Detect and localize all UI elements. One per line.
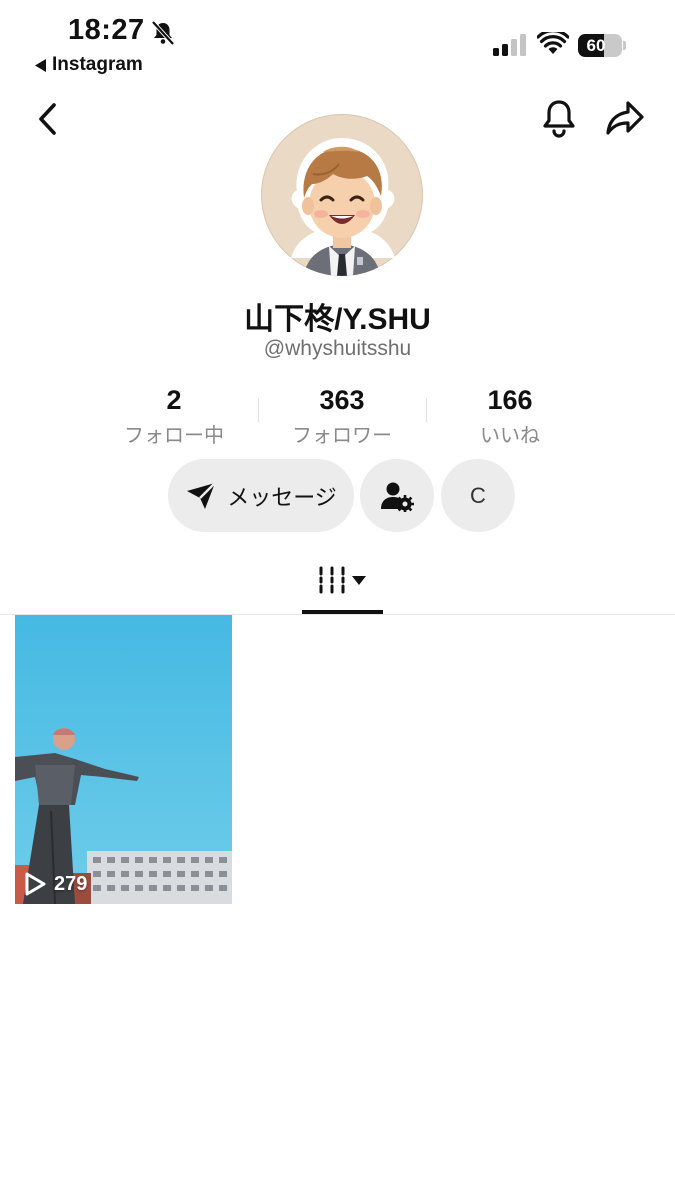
display-name: 山下柊/Y.SHU — [244, 303, 431, 336]
stat-likes[interactable]: 166 いいね — [440, 385, 580, 448]
stat-label: フォロワー — [292, 425, 392, 447]
view-count-label: 279 — [54, 872, 88, 895]
play-icon — [25, 872, 46, 896]
video-thumbnail[interactable] — [15, 615, 232, 904]
friend-settings-button[interactable] — [360, 459, 434, 532]
username-handle: @whyshuitsshu — [263, 337, 412, 360]
stat-value: 363 — [319, 385, 365, 415]
message-button[interactable]: メッセージ — [168, 459, 354, 532]
cellular-signal-icon — [493, 34, 529, 56]
bell-slash-icon — [150, 20, 176, 46]
stat-label: フォロー中 — [124, 425, 224, 447]
caret-down-icon — [352, 575, 366, 585]
user-gear-icon — [381, 482, 414, 512]
chevron-left-icon — [39, 103, 56, 135]
share-arrow-icon — [606, 101, 644, 135]
stat-value: 2 — [166, 385, 182, 415]
back-to-app-link[interactable]: Instagram — [35, 54, 143, 76]
notification-bell-button[interactable] — [540, 98, 578, 138]
video-view-count: 279 — [24, 872, 87, 896]
more-button-label: C — [470, 482, 486, 508]
stat-value: 166 — [487, 385, 533, 415]
profile-avatar[interactable] — [261, 114, 423, 276]
battery-indicator: 60 — [578, 34, 626, 57]
more-button[interactable]: C — [441, 459, 515, 532]
back-app-label: Instagram — [52, 54, 143, 75]
back-triangle-icon — [35, 58, 46, 72]
stat-divider — [258, 398, 259, 422]
battery-percent: 60 — [586, 36, 606, 55]
share-button[interactable] — [604, 98, 646, 138]
wifi-icon — [537, 32, 569, 56]
send-icon — [187, 481, 217, 509]
tab-videos[interactable] — [318, 565, 366, 595]
stat-followers[interactable]: 363 フォロワー — [272, 385, 412, 448]
back-button[interactable] — [36, 102, 60, 136]
stat-following[interactable]: 2 フォロー中 — [104, 385, 244, 448]
stat-label: いいね — [480, 425, 540, 447]
bell-icon — [543, 100, 575, 138]
video-grid-icon — [319, 566, 345, 594]
status-time: 18:27 — [68, 14, 145, 46]
stat-divider — [426, 398, 427, 422]
message-button-label: メッセージ — [227, 484, 337, 510]
